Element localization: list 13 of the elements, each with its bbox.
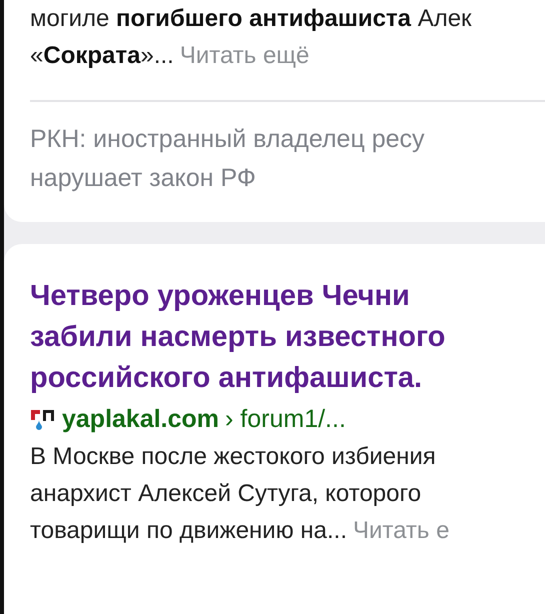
- snippet-text: могиле погибшего антифашиста Алек: [30, 5, 472, 32]
- snippet-text: анархист Алексей Сутуга, которого: [30, 480, 422, 507]
- site-favicon-icon: [30, 408, 56, 432]
- notice-text: РКН: иностранный владелец ресу: [30, 125, 425, 153]
- result-title-link[interactable]: забили насмерть известного: [30, 321, 446, 353]
- site-link[interactable]: yaplakal.com: [62, 405, 220, 434]
- snippet-text: «Сократа»...: [30, 42, 174, 69]
- result-title-link[interactable]: Четверо уроженцев Чечни: [30, 280, 410, 312]
- result-title-link[interactable]: российского антифашиста.: [30, 362, 422, 394]
- snippet-text: товарищи по движению на...: [30, 517, 347, 544]
- notice-text: нарушает закон РФ: [30, 164, 256, 192]
- snippet-text: В Москве после жестокого избиения: [30, 443, 436, 470]
- url-path: › forum1/...: [225, 405, 346, 434]
